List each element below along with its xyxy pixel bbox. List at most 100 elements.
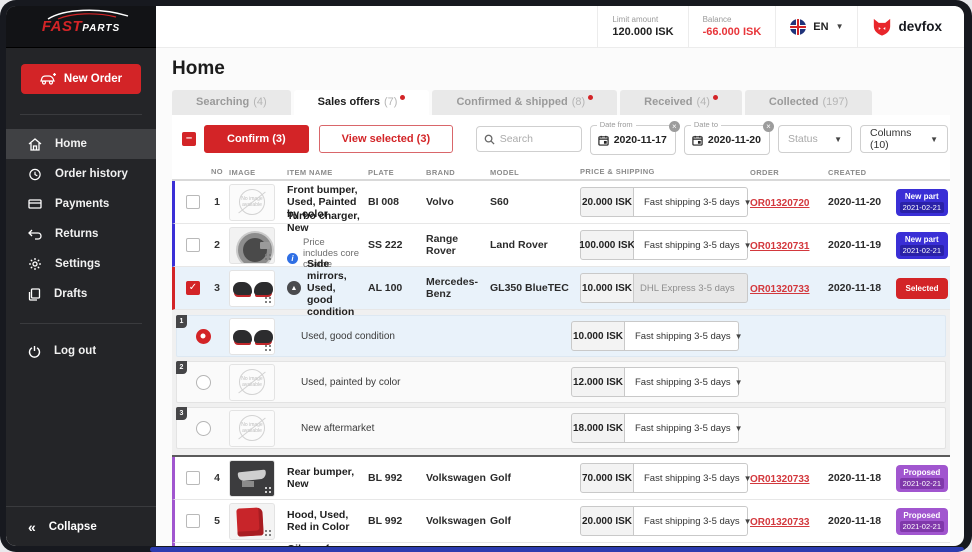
shipping-select[interactable]: Fast shipping 3-5 days ▼ [625, 321, 739, 351]
uk-flag-icon [790, 19, 806, 35]
select-all-checkbox[interactable]: – [182, 132, 196, 146]
language-code: EN [813, 21, 828, 33]
row-checkbox[interactable]: ✓ [186, 281, 200, 295]
col-header-plate: PLATE [368, 168, 394, 177]
row-checkbox[interactable] [186, 514, 200, 528]
drag-handle-icon [264, 296, 271, 303]
car-silhouette-icon [44, 7, 134, 21]
row-checkbox[interactable] [186, 195, 200, 209]
status-select[interactable]: Status ▼ [778, 125, 852, 153]
page-title: Home [172, 58, 950, 80]
price: 20.000 ISK [580, 506, 634, 536]
order-link[interactable]: OR01320720 [750, 198, 810, 209]
price: 18.000 ISK [571, 413, 625, 443]
search-input[interactable] [500, 133, 570, 145]
option-number-tag: 3 [176, 407, 187, 420]
tab-collected[interactable]: Collected(197) [745, 90, 872, 115]
option-name: Used, good condition [287, 331, 571, 342]
collapse-options-icon[interactable]: ▲ [287, 281, 301, 295]
fox-icon [872, 18, 892, 36]
status-badge: Selected [896, 278, 948, 299]
clear-date-from-icon[interactable]: × [669, 121, 680, 132]
shipping-select[interactable]: Fast shipping 3-5 days ▼ [634, 187, 748, 217]
collapse-sidebar-button[interactable]: « Collapse [6, 506, 156, 546]
item-image[interactable] [229, 460, 275, 497]
tab-searching[interactable]: Searching(4) [172, 90, 291, 115]
new-order-button[interactable]: New Order [21, 64, 141, 94]
columns-select[interactable]: Columns (10) ▼ [860, 125, 948, 153]
col-header-image: IMAGE [229, 168, 256, 177]
col-header-brand: BRAND [426, 168, 455, 177]
option-image[interactable] [229, 318, 275, 355]
option-radio[interactable] [196, 375, 211, 390]
date-from-field[interactable]: Date from 2020-11-17 × [590, 125, 676, 155]
brand: Mercedes-Benz [426, 276, 490, 300]
sidebar-item-settings[interactable]: Settings [6, 249, 156, 279]
status-placeholder: Status [788, 133, 818, 145]
status-badge: Proposed2021-02-21 [896, 508, 948, 535]
date-to-field[interactable]: Date to 2020-11-20 × [684, 125, 770, 155]
logout-button[interactable]: Log out [6, 336, 156, 366]
view-selected-button[interactable]: View selected (3) [319, 125, 453, 153]
order-link[interactable]: OR01320733 [750, 474, 810, 485]
sidebar-item-drafts[interactable]: Drafts [6, 279, 156, 309]
status-badge: Proposed2021-02-21 [896, 465, 948, 492]
sidebar: FAST PARTS New Order Home Order history [6, 6, 156, 546]
limit-amount-value: 120.000 ISK [612, 26, 673, 38]
item-image-placeholder[interactable]: No image available [229, 184, 275, 221]
item-name: Hood, Used, Red in Color [287, 509, 362, 533]
badge-status: New part [905, 192, 939, 201]
option-image-placeholder[interactable]: No image available [229, 364, 275, 401]
order-link[interactable]: OR01320733 [750, 284, 810, 295]
row-number: 3 [205, 282, 229, 294]
price: 100.000 ISK [580, 230, 634, 260]
tab-sales-offers[interactable]: Sales offers(7) [294, 90, 430, 115]
option-radio[interactable] [196, 329, 211, 344]
shipping-select[interactable]: Fast shipping 3-5 days ▼ [625, 413, 739, 443]
sidebar-item-order-history[interactable]: Order history [6, 159, 156, 189]
brand: Volkswagen [426, 515, 490, 527]
confirm-button[interactable]: Confirm (3) [204, 125, 309, 153]
chevron-down-icon: ▼ [930, 135, 938, 144]
row-checkbox[interactable] [186, 238, 200, 252]
shipping-value: Fast shipping 3-5 days [644, 473, 740, 484]
row-checkbox[interactable] [186, 471, 200, 485]
sidebar-item-payments[interactable]: Payments [6, 189, 156, 219]
shipping-select[interactable]: Fast shipping 3-5 days ▼ [634, 463, 748, 493]
sidebar-item-label: Order history [55, 168, 128, 180]
item-name: Oil pan for engine [287, 543, 362, 546]
row-options: 1 Used, good condition 10.000 ISK Fast s… [172, 310, 950, 455]
balance-label: Balance [703, 15, 762, 24]
option-image-placeholder[interactable]: No image available [229, 410, 275, 447]
shipping-select[interactable]: Fast shipping 3-5 days ▼ [634, 506, 748, 536]
tab-received[interactable]: Received(4) [620, 90, 742, 115]
shipping-select[interactable]: Fast shipping 3-5 days ▼ [625, 367, 739, 397]
language-switcher[interactable]: EN ▼ [775, 6, 857, 47]
shipping-value: Fast shipping 3-5 days [635, 377, 731, 388]
clear-date-to-icon[interactable]: × [763, 121, 774, 132]
devfox-logo: devfox [857, 6, 964, 47]
order-link[interactable]: OR01320733 [750, 517, 810, 528]
tab-confirmed-shipped[interactable]: Confirmed & shipped(8) [432, 90, 617, 115]
table-header: NO IMAGE ITEM NAME PLATE BRAND MODEL PRI… [172, 163, 950, 181]
horizontal-scrollbar[interactable] [150, 547, 964, 552]
notification-dot [588, 95, 593, 100]
sidebar-item-home[interactable]: Home [6, 129, 156, 159]
shipping-select[interactable]: Fast shipping 3-5 days ▼ [634, 230, 748, 260]
logo-area: FAST PARTS [6, 6, 156, 48]
date-to-label: Date to [691, 120, 721, 129]
sidebar-item-returns[interactable]: Returns [6, 219, 156, 249]
badge-date: 2021-02-21 [900, 478, 944, 489]
row-number: 4 [205, 472, 229, 484]
orders-table: NO IMAGE ITEM NAME PLATE BRAND MODEL PRI… [172, 163, 950, 546]
item-name: Side mirrors, Used, good condition [307, 258, 362, 318]
item-image[interactable] [229, 270, 275, 307]
search-box[interactable] [476, 126, 582, 152]
option-radio[interactable] [196, 421, 211, 436]
model: Golf [490, 515, 580, 527]
logo-text-parts: PARTS [82, 23, 120, 34]
item-image[interactable] [229, 227, 275, 264]
item-image[interactable] [229, 503, 275, 540]
option-row: 2 No image available Used, painted by co… [176, 361, 946, 403]
order-link[interactable]: OR01320731 [750, 241, 810, 252]
